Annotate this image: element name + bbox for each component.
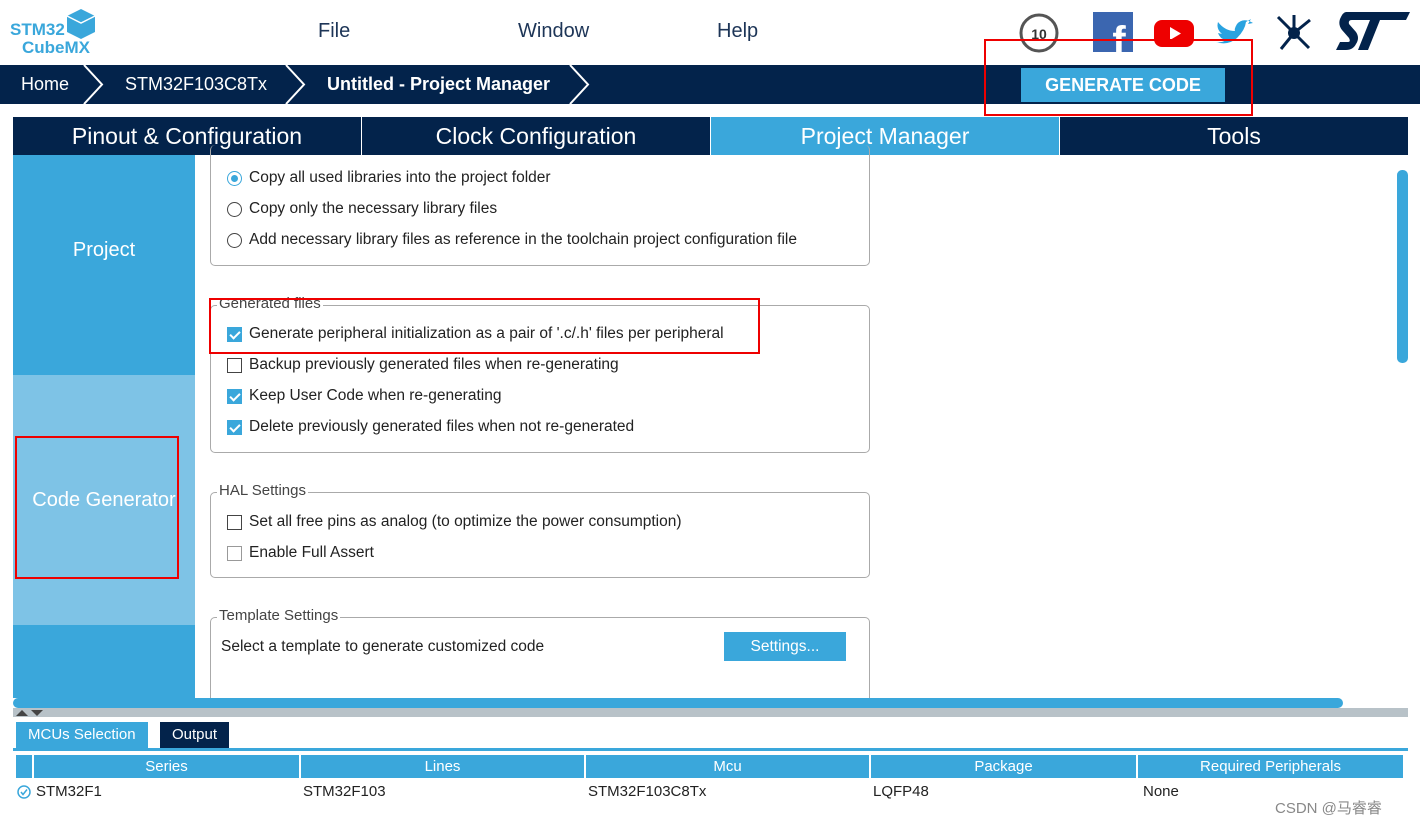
radio-copy-necessary[interactable]: Copy only the necessary library files [227,200,497,218]
table-header-check [16,755,32,778]
checkbox-backup[interactable]: Backup previously generated files when r… [227,356,619,374]
check-circle-icon [17,785,31,799]
checkbox-free-pins-analog[interactable]: Set all free pins as analog (to optimize… [227,513,682,531]
template-description: Select a template to generate customized… [221,638,545,655]
tab-tools[interactable]: Tools [1060,117,1408,155]
checkbox-icon[interactable] [227,326,242,342]
radio-copy-all[interactable]: Copy all used libraries into the project… [227,169,551,187]
svg-text:f: f [1112,19,1126,54]
tab-underline [13,748,1408,751]
cell-package: LQFP48 [873,783,929,800]
radio-icon[interactable] [227,201,242,217]
tab-output[interactable]: Output [160,722,230,748]
breadcrumb-mcu[interactable]: STM32F103C8Tx [125,65,267,104]
group-title: Generated files [217,295,323,312]
facebook-icon[interactable]: f [1093,12,1135,54]
collapse-arrows-icon[interactable] [15,709,49,717]
menu-window[interactable]: Window [518,20,589,43]
checkbox-icon[interactable] [227,357,242,373]
column-header-series[interactable]: Series [34,755,299,778]
option-label: Backup previously generated files when r… [249,356,619,373]
cell-peripherals: None [1143,783,1179,800]
option-label: Copy only the necessary library files [249,200,498,217]
option-label: Delete previously generated files when n… [249,418,635,435]
network-icon[interactable] [1273,12,1315,54]
watermark: CSDN @马睿睿 [1275,800,1382,817]
checkbox-icon[interactable] [227,514,242,530]
cell-mcu: STM32F103C8Tx [588,783,707,800]
cube-icon [66,9,96,39]
menu-file[interactable]: File [318,20,350,43]
generate-code-button[interactable]: GENERATE CODE [1021,68,1225,102]
youtube-icon[interactable] [1153,12,1195,54]
checkbox-keep-user-code[interactable]: Keep User Code when re-generating [227,387,501,405]
checkbox-icon[interactable] [227,545,242,561]
checkbox-icon[interactable] [227,388,242,404]
settings-button[interactable]: Settings... [724,632,846,661]
option-label: Copy all used libraries into the project… [249,169,551,186]
chevron-right-icon [569,65,590,104]
option-label: Generate peripheral initialization as a … [249,325,724,342]
sidebar: Project Code Generator [13,155,195,698]
vertical-scrollbar[interactable] [1397,170,1408,363]
checkbox-pair-files[interactable]: Generate peripheral initialization as a … [227,325,724,343]
twitter-icon[interactable] [1213,12,1255,54]
template-settings-group: Template Settings Select a template to g… [210,607,870,707]
breadcrumb-home[interactable]: Home [21,65,69,104]
option-label: Enable Full Assert [249,544,374,561]
column-header-peripherals[interactable]: Required Peripherals [1138,755,1403,778]
horizontal-scrollbar[interactable] [13,698,1343,708]
group-title: HAL Settings [217,482,308,499]
group-title: Template Settings [217,607,341,624]
anniversary-badge-icon[interactable]: 10 [1018,12,1060,54]
sidebar-item-project[interactable]: Project [13,155,195,372]
option-label: Set all free pins as analog (to optimize… [249,513,682,530]
cell-series: STM32F1 [36,783,102,800]
radio-icon[interactable] [227,232,242,248]
logo-text-1: STM32 [10,20,65,39]
splitter[interactable] [13,708,1408,717]
option-label: Add necessary library files as reference… [249,231,797,248]
logo-text-2: CubeMX [22,38,90,57]
breadcrumb-current: Untitled - Project Manager [327,74,551,94]
menu-help[interactable]: Help [717,20,758,43]
library-options-group: Copy all used libraries into the project… [210,145,870,266]
generated-files-group: Generated files Generate peripheral init… [210,295,870,453]
radio-add-reference[interactable]: Add necessary library files as reference… [227,231,797,249]
chevron-right-icon [285,65,306,104]
radio-icon[interactable] [227,170,242,186]
sidebar-item-code-generator[interactable]: Code Generator [13,375,195,625]
checkbox-delete-previous[interactable]: Delete previously generated files when n… [227,418,634,436]
checkbox-full-assert[interactable]: Enable Full Assert [227,544,374,562]
tab-mcus-selection[interactable]: MCUs Selection [16,722,148,748]
column-header-lines[interactable]: Lines [301,755,584,778]
option-label: Keep User Code when re-generating [249,387,502,404]
checkbox-icon[interactable] [227,419,242,435]
h-scroll-track [13,698,1408,708]
svg-text:10: 10 [1031,26,1047,42]
hal-settings-group: HAL Settings Set all free pins as analog… [210,482,870,578]
column-header-package[interactable]: Package [871,755,1136,778]
st-logo[interactable] [1336,12,1410,50]
chevron-right-icon [83,65,104,104]
column-header-mcu[interactable]: Mcu [586,755,869,778]
stm32cubemx-logo: STM32 CubeMX [10,8,100,60]
cell-lines: STM32F103 [303,783,386,800]
